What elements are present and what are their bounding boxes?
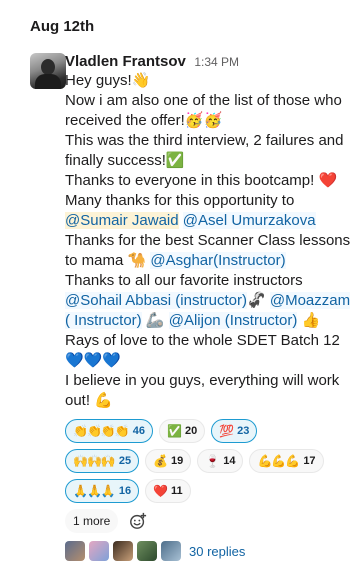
line-3: This was the third interview, 2 failures… bbox=[65, 132, 344, 169]
reaction-muscle[interactable]: 💪💪💪 17 bbox=[249, 449, 324, 473]
reply-avatar bbox=[161, 541, 181, 561]
reaction-count: 14 bbox=[223, 455, 236, 467]
reaction-wine[interactable]: 🍷 14 bbox=[197, 449, 244, 473]
reaction-emoji: ✅ bbox=[167, 424, 182, 438]
reactions-bar: 👏👏👏👏 46 ✅ 20 💯 23 🙌🙌🙌 25 💰 19 🍷 14 💪💪💪 17 🙏🙏🙏 16… bbox=[65, 419, 325, 503]
reaction-emoji: 🙏🙏🙏 bbox=[73, 484, 116, 498]
emoji-add-icon[interactable] bbox=[126, 509, 150, 533]
line-8: Rays of love to the whole SDET Batch 12💙… bbox=[65, 332, 340, 369]
reaction-emoji: ❤️ bbox=[153, 484, 168, 498]
reaction-emoji: 💯 bbox=[219, 424, 234, 438]
mention-sohail[interactable]: @Sohail Abbasi (instructor) bbox=[65, 292, 247, 309]
reaction-emoji: 💪💪💪 bbox=[257, 454, 300, 468]
line-7-end: 👍 bbox=[297, 312, 321, 329]
reply-avatar bbox=[137, 541, 157, 561]
reply-avatar bbox=[65, 541, 85, 561]
reaction-hundred[interactable]: 💯 23 bbox=[211, 419, 258, 443]
reaction-count: 46 bbox=[132, 425, 146, 437]
sender-avatar[interactable] bbox=[30, 53, 66, 89]
reply-avatar bbox=[89, 541, 109, 561]
reaction-raised-hands[interactable]: 🙌🙌🙌 25 bbox=[65, 449, 140, 473]
reaction-emoji: 👏👏👏👏 bbox=[73, 424, 130, 438]
message-content: Vladlen Frantsov 1:34 PM Hey guys!👋 Now … bbox=[65, 53, 355, 561]
message-time[interactable]: 1:34 PM bbox=[194, 55, 239, 69]
line-2: Now i am also one of the list of those w… bbox=[65, 92, 342, 129]
line-4: Thanks to everyone in this bootcamp! ❤️ bbox=[65, 172, 338, 189]
reaction-count: 25 bbox=[118, 455, 132, 467]
reaction-emoji: 🙌🙌🙌 bbox=[73, 454, 116, 468]
reaction-count: 23 bbox=[237, 425, 250, 437]
reaction-clap[interactable]: 👏👏👏👏 46 bbox=[65, 419, 154, 443]
reaction-emoji: 🍷 bbox=[205, 454, 220, 468]
thread-replies[interactable]: 30 replies bbox=[65, 541, 355, 561]
date-header: Aug 12th bbox=[30, 18, 95, 35]
line-1: Hey guys!👋 bbox=[65, 72, 151, 89]
replies-link[interactable]: 30 replies bbox=[189, 544, 245, 559]
mention-asghar[interactable]: @Asghar(Instructor) bbox=[150, 252, 286, 269]
mention-asel[interactable]: @Asel Umurzakova bbox=[182, 212, 316, 229]
more-reactions-button[interactable]: 1 more bbox=[65, 509, 119, 533]
mention-alijon[interactable]: @Alijon (Instructor) bbox=[168, 312, 298, 329]
reply-avatar bbox=[113, 541, 133, 561]
avatar-body bbox=[35, 74, 61, 89]
reaction-money-bag[interactable]: 💰 19 bbox=[145, 449, 192, 473]
line-7-emoji: 🦨 bbox=[246, 292, 270, 309]
line-7-emoji-2: 🦾 bbox=[145, 312, 169, 329]
reaction-count: 20 bbox=[184, 425, 198, 437]
sender-name[interactable]: Vladlen Frantsov bbox=[65, 53, 186, 70]
mention-sumair[interactable]: @Sumair Jawaid bbox=[65, 212, 179, 229]
reaction-pray[interactable]: 🙏🙏🙏 16 bbox=[65, 479, 140, 503]
line-6: Thanks for the best Scanner Class lesson… bbox=[65, 231, 355, 271]
line-9: I believe in you guys, everything will w… bbox=[65, 372, 340, 409]
reaction-emoji: 💰 bbox=[153, 454, 168, 468]
avatar-head bbox=[41, 59, 55, 75]
more-row: 1 more bbox=[65, 509, 355, 533]
reaction-count: 11 bbox=[171, 485, 183, 497]
reaction-heart[interactable]: ❤️ 11 bbox=[145, 479, 191, 503]
line-5: Many thanks for this opportunity to @Sum… bbox=[65, 191, 355, 231]
line-5-text: Many thanks for this opportunity to bbox=[65, 192, 295, 209]
reaction-count: 16 bbox=[118, 485, 132, 497]
line-7: Thanks to all our favorite instructors @… bbox=[65, 271, 355, 331]
line-7-text: Thanks to all our favorite instructors bbox=[65, 272, 303, 289]
emoji-add-icon-svg bbox=[130, 512, 147, 529]
reaction-check[interactable]: ✅ 20 bbox=[159, 419, 206, 443]
reaction-count: 19 bbox=[171, 455, 184, 467]
reaction-count: 17 bbox=[303, 455, 316, 467]
message-meta: Vladlen Frantsov 1:34 PM bbox=[65, 53, 355, 71]
message-body: Hey guys!👋 Now i am also one of the list… bbox=[65, 71, 355, 411]
